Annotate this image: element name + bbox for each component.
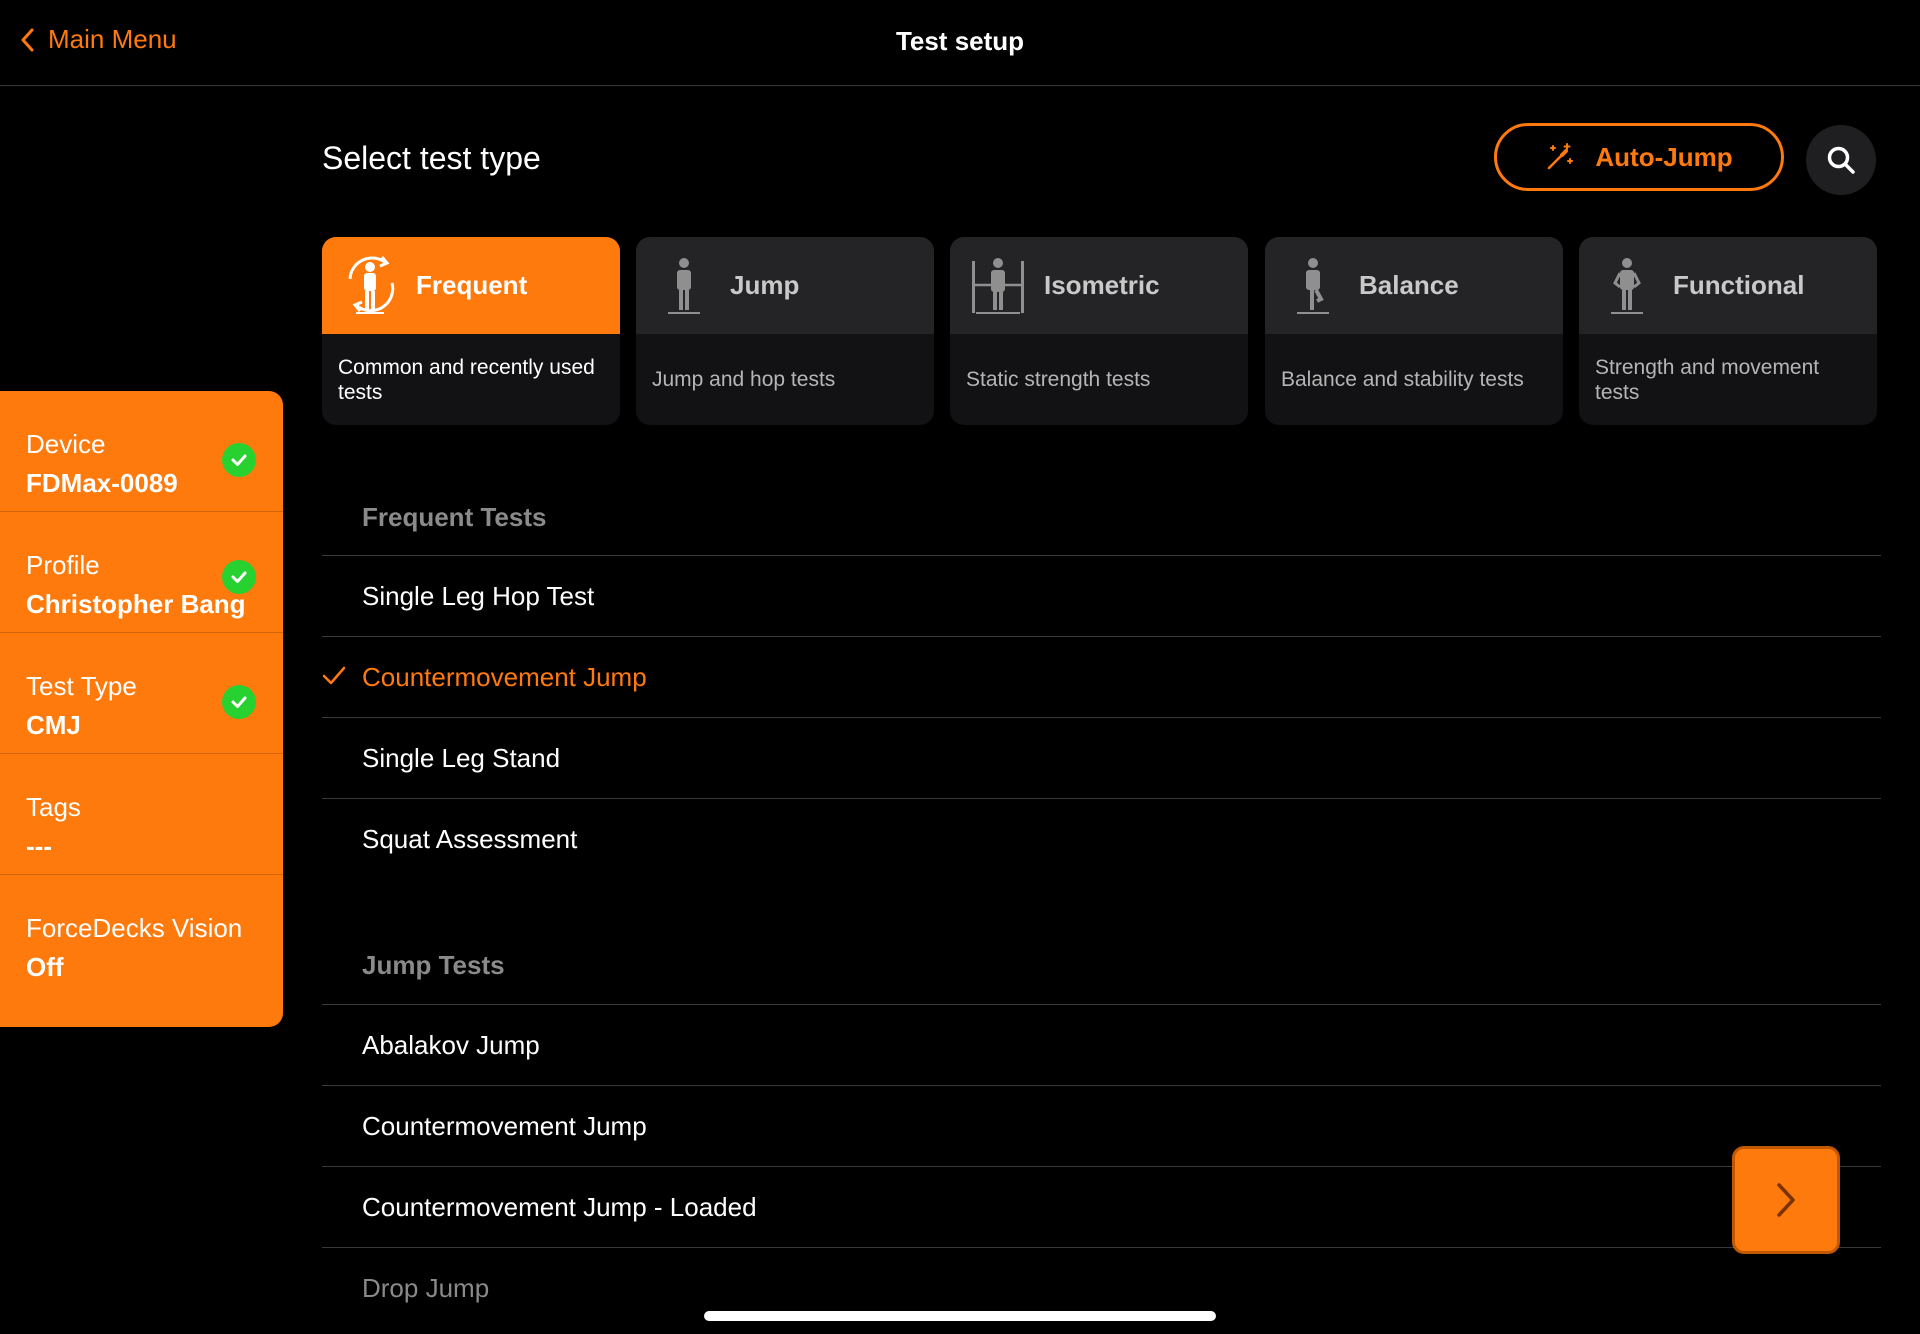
check-circle-icon xyxy=(222,560,256,594)
check-circle-icon xyxy=(222,685,256,719)
list-item-label: Countermovement Jump xyxy=(362,661,647,692)
auto-jump-label: Auto-Jump xyxy=(1595,141,1733,172)
sidebar-item-value: Christopher Bang xyxy=(26,589,246,619)
list-item-label: Countermovement Jump - Loaded xyxy=(362,1191,757,1222)
magic-wand-icon xyxy=(1548,143,1574,170)
balance-person-icon xyxy=(1281,251,1345,321)
sidebar-item-label: ForceDecks Vision xyxy=(26,913,243,943)
page-title: Test setup xyxy=(895,26,1025,56)
sidebar-item-value: Off xyxy=(26,952,64,982)
list-item[interactable]: Countermovement Jump - Loaded xyxy=(322,1167,1881,1248)
setup-summary-panel: Device FDMax-0089 Profile Christopher Ba… xyxy=(0,391,283,1027)
next-button[interactable] xyxy=(1732,1146,1840,1254)
category-description: Common and recently used tests xyxy=(338,355,595,404)
list-item[interactable]: Single Leg Stand xyxy=(322,718,1881,799)
category-card-frequent[interactable]: Frequent Common and recently used tests xyxy=(322,237,620,425)
sidebar-item-tags[interactable]: Tags --- xyxy=(0,754,283,875)
list-item-label: Single Leg Hop Test xyxy=(362,580,595,611)
list-item-label: Squat Assessment xyxy=(362,824,578,854)
sidebar-item-value: --- xyxy=(26,831,52,861)
home-indicator xyxy=(704,1311,1216,1321)
check-circle-icon xyxy=(222,443,256,477)
isometric-rack-icon xyxy=(966,251,1030,321)
category-card-isometric[interactable]: Isometric Static strength tests xyxy=(950,237,1248,425)
category-card-jump[interactable]: Jump Jump and hop tests xyxy=(636,237,934,425)
category-description: Static strength tests xyxy=(966,368,1151,391)
sidebar-item-profile[interactable]: Profile Christopher Bang xyxy=(0,512,283,633)
list-item[interactable]: Countermovement Jump xyxy=(322,1086,1881,1167)
category-description: Jump and hop tests xyxy=(652,368,836,391)
sidebar-item-device[interactable]: Device FDMax-0089 xyxy=(0,391,283,512)
category-label: Jump xyxy=(730,270,800,300)
frequent-person-icon xyxy=(338,251,402,321)
category-card-functional[interactable]: Functional Strength and movement tests xyxy=(1579,237,1877,425)
group-header: Jump Tests xyxy=(322,927,1881,1005)
list-item[interactable]: Single Leg Hop Test xyxy=(322,556,1881,637)
top-bar: Main Menu Test setup xyxy=(0,0,1920,86)
list-item-label: Abalakov Jump xyxy=(362,1029,540,1060)
category-label: Frequent xyxy=(416,270,528,300)
auto-jump-button[interactable]: Auto-Jump xyxy=(1494,123,1784,191)
jump-person-icon xyxy=(652,251,716,321)
category-description: Strength and movement tests xyxy=(1595,355,1820,404)
list-item-selected[interactable]: Countermovement Jump xyxy=(322,637,1881,718)
test-list: Frequent Tests Single Leg Hop Test Count… xyxy=(322,480,1881,1329)
functional-person-icon xyxy=(1595,251,1659,321)
chevron-right-icon xyxy=(1777,1183,1795,1217)
category-description: Balance and stability tests xyxy=(1281,368,1524,391)
list-item-label: Drop Jump xyxy=(362,1273,490,1303)
category-label: Isometric xyxy=(1044,270,1160,300)
group-header: Frequent Tests xyxy=(322,480,1881,556)
list-item-label: Countermovement Jump xyxy=(362,1110,647,1141)
category-label: Functional xyxy=(1673,270,1805,300)
section-title: Select test type xyxy=(322,140,541,176)
sidebar-item-vision[interactable]: ForceDecks Vision Off xyxy=(0,875,283,996)
search-button[interactable] xyxy=(1806,125,1876,195)
category-label: Balance xyxy=(1359,270,1459,300)
sidebar-item-test-type[interactable]: Test Type CMJ xyxy=(0,633,283,754)
sidebar-item-label: Tags xyxy=(26,792,81,822)
list-item-label: Single Leg Stand xyxy=(362,742,561,773)
category-card-balance[interactable]: Balance Balance and stability tests xyxy=(1265,237,1563,425)
list-item[interactable]: Abalakov Jump xyxy=(322,1005,1881,1086)
checkmark-icon xyxy=(322,666,346,685)
list-item[interactable]: Squat Assessment xyxy=(322,799,1881,880)
search-icon xyxy=(1827,146,1855,174)
